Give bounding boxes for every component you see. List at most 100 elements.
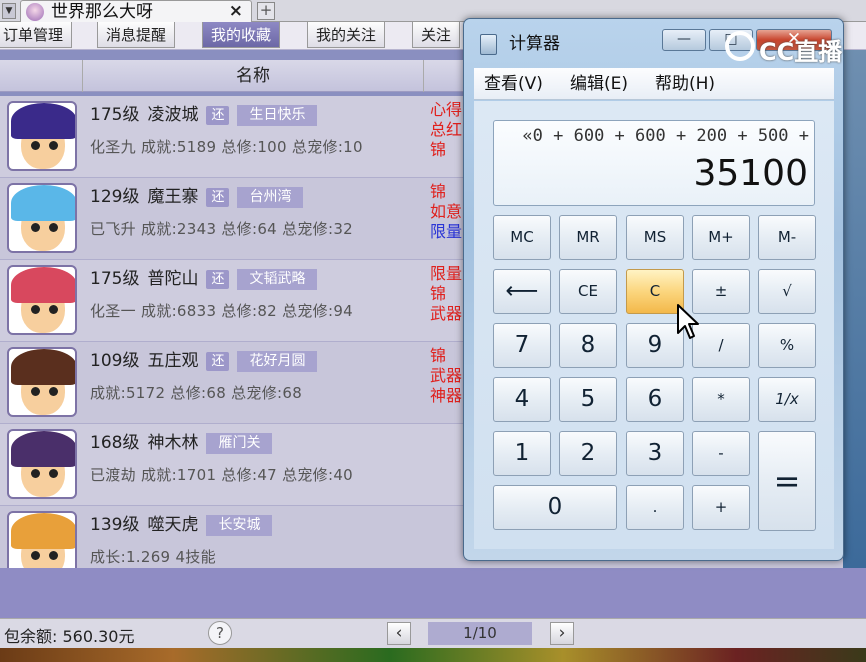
bargain-badge: 还 xyxy=(206,188,230,207)
key-percent[interactable]: % xyxy=(758,323,816,368)
character-level: 175级 xyxy=(90,269,140,289)
calculator-body: «0 + 600 + 600 + 200 + 500 + 35100 MC MR… xyxy=(474,101,834,549)
key-multiply[interactable]: * xyxy=(692,377,750,422)
backspace-icon[interactable]: ⟵ xyxy=(493,269,551,314)
character-level: 139级 xyxy=(90,515,140,535)
key-m-minus[interactable]: M- xyxy=(758,215,816,260)
character-summary: 139级 噬天虎 长安城 xyxy=(90,514,273,536)
character-stats: 化圣一 成就:6833 总修:82 总宠修:94 xyxy=(90,302,354,320)
balance-text: 包余额: 560.30元 xyxy=(4,627,135,646)
highlight-tag: 如意 xyxy=(430,202,463,221)
highlight-tag: 心得 xyxy=(430,100,463,119)
bargain-badge: 还 xyxy=(206,270,230,289)
expression-text: «0 + 600 + 600 + 200 + 500 + xyxy=(522,126,809,146)
key-0[interactable]: 0 xyxy=(493,485,617,530)
next-page-button[interactable]: › xyxy=(550,622,574,645)
key-reciprocal[interactable]: 1/x xyxy=(758,377,816,422)
highlight-tag: 锦 xyxy=(430,346,447,365)
key-8[interactable]: 8 xyxy=(559,323,617,368)
nav-orders[interactable]: 订单管理 xyxy=(0,22,73,48)
character-school: 普陀山 xyxy=(147,269,199,289)
key-decimal[interactable]: . xyxy=(626,485,684,530)
new-tab-button[interactable]: + xyxy=(257,2,275,20)
key-ce[interactable]: CE xyxy=(559,269,617,314)
key-6[interactable]: 6 xyxy=(626,377,684,422)
highlight-tag: 神器 xyxy=(430,386,463,405)
server-tag: 长安城 xyxy=(206,515,273,536)
highlight-tags: 限量锦武器 xyxy=(430,264,462,324)
tab-scroll-left-button[interactable]: ▼ xyxy=(2,3,16,19)
minimize-button[interactable]: — xyxy=(662,29,706,51)
tab-main[interactable]: 世界那么大呀 × xyxy=(20,0,252,22)
server-tag: 花好月圆 xyxy=(237,351,318,372)
key-sqrt[interactable]: √ xyxy=(758,269,816,314)
character-stats: 成就:5172 总修:68 总宠修:68 xyxy=(90,384,303,402)
game-avatar-icon xyxy=(26,3,44,21)
character-avatar[interactable] xyxy=(7,101,77,171)
character-avatar[interactable] xyxy=(7,347,77,417)
key-5[interactable]: 5 xyxy=(559,377,617,422)
tab-close-button[interactable]: × xyxy=(229,1,243,22)
key-divide[interactable]: / xyxy=(692,323,750,368)
server-tag: 台州湾 xyxy=(237,187,304,208)
highlight-tags: 心得 总红锦 xyxy=(430,100,462,160)
key-2[interactable]: 2 xyxy=(559,431,617,476)
character-avatar[interactable] xyxy=(7,429,77,499)
character-summary: 168级 神木林 雁门关 xyxy=(90,432,273,454)
key-7[interactable]: 7 xyxy=(493,323,551,368)
calculator-display: «0 + 600 + 600 + 200 + 500 + 35100 xyxy=(493,120,815,206)
page-indicator: 1/10 xyxy=(428,622,532,645)
calculator-menubar: 查看(V) 编辑(E) 帮助(H) xyxy=(474,68,834,100)
key-plus-minus[interactable]: ± xyxy=(692,269,750,314)
character-avatar[interactable] xyxy=(7,265,77,335)
menu-help[interactable]: 帮助(H) xyxy=(655,73,715,95)
key-1[interactable]: 1 xyxy=(493,431,551,476)
nav-follows[interactable]: 我的关注 xyxy=(307,22,386,48)
menu-view[interactable]: 查看(V) xyxy=(484,73,543,95)
character-summary: 175级 普陀山还文韬武略 xyxy=(90,268,318,290)
character-avatar[interactable] xyxy=(7,183,77,253)
character-school: 神木林 xyxy=(147,433,199,453)
calculator-window[interactable]: 计算器 — □ ✕ 查看(V) 编辑(E) 帮助(H) «0 + 600 + 6… xyxy=(463,18,844,561)
highlight-tag: 武器 xyxy=(430,366,463,385)
key-m-plus[interactable]: M+ xyxy=(692,215,750,260)
character-stats: 已飞升 成就:2343 总修:64 总宠修:32 xyxy=(90,220,354,238)
key-subtract[interactable]: - xyxy=(692,431,750,476)
list-bottom-bar xyxy=(0,568,866,618)
character-stats: 已渡劫 成就:1701 总修:47 总宠修:40 xyxy=(90,466,354,484)
key-add[interactable]: + xyxy=(692,485,750,530)
watermark-text: CC直播 xyxy=(759,38,843,66)
key-mc[interactable]: MC xyxy=(493,215,551,260)
help-icon[interactable]: ? xyxy=(208,621,232,645)
server-tag: 文韬武略 xyxy=(237,269,318,290)
character-school: 魔王寨 xyxy=(147,187,199,207)
highlight-tags: 锦武器 神器 xyxy=(430,346,462,406)
highlight-tag: 总红 xyxy=(430,120,463,139)
nav-messages[interactable]: 消息提醒 xyxy=(97,22,176,48)
key-equals[interactable]: = xyxy=(758,431,816,531)
key-3[interactable]: 3 xyxy=(626,431,684,476)
highlight-tag: 锦 xyxy=(430,182,447,201)
key-mr[interactable]: MR xyxy=(559,215,617,260)
tab-title: 世界那么大呀 xyxy=(51,2,153,22)
highlight-tags: 锦如意 限量 xyxy=(430,182,462,242)
nav-favorites[interactable]: 我的收藏 xyxy=(202,22,281,48)
column-header-name[interactable]: 名称 xyxy=(82,60,424,92)
character-school: 噬天虎 xyxy=(147,515,199,535)
calculator-title: 计算器 xyxy=(509,34,560,54)
key-ms[interactable]: MS xyxy=(626,215,684,260)
highlight-tag: 限量 xyxy=(430,264,463,283)
character-stats: 成长:1.269 4技能 xyxy=(90,548,216,566)
highlight-tag: 限量 xyxy=(430,222,463,241)
nav-more[interactable]: 关注 xyxy=(412,22,461,48)
character-summary: 109级 五庄观还花好月圆 xyxy=(90,350,318,372)
bargain-badge: 还 xyxy=(206,106,230,125)
bargain-badge: 还 xyxy=(206,352,230,371)
footer-bar: 包余额: 560.30元 ? ‹ 1/10 › xyxy=(0,618,866,648)
menu-edit[interactable]: 编辑(E) xyxy=(570,73,628,95)
key-4[interactable]: 4 xyxy=(493,377,551,422)
character-level: 175级 xyxy=(90,105,140,125)
prev-page-button[interactable]: ‹ xyxy=(387,622,411,645)
mouse-cursor-icon xyxy=(677,304,699,339)
game-taskbar-strip xyxy=(0,648,866,662)
